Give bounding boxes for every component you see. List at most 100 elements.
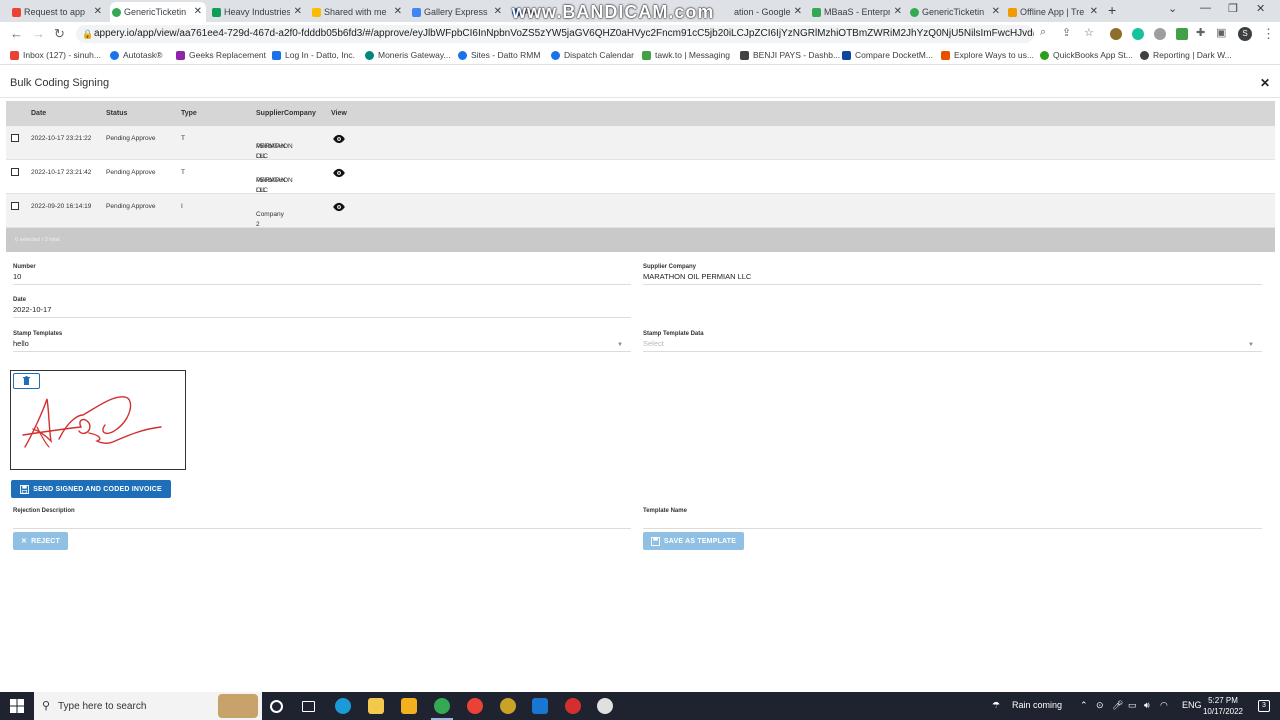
close-window-button[interactable]: ✕ (1256, 2, 1265, 15)
close-tab-icon[interactable]: ✕ (94, 6, 102, 17)
profile-avatar[interactable]: S (1238, 27, 1252, 41)
menu-icon[interactable]: ⋮ (1262, 26, 1275, 42)
rejection-description-input[interactable] (13, 516, 631, 527)
bookmark-item[interactable]: Autotask® (110, 50, 162, 60)
bookmark-item[interactable]: Dispatch Calendar (551, 50, 634, 60)
forward-arrow-icon[interactable]: → (32, 26, 45, 41)
taskbar-clock[interactable]: 5:27 PM 10/17/2022 (1200, 695, 1246, 717)
share-icon[interactable]: ⇪ (1062, 26, 1071, 39)
supplier-company-field[interactable]: Supplier Company MARATHON OIL PERMIAN LL… (643, 264, 1262, 285)
edge-icon[interactable] (335, 698, 351, 714)
extension-icon[interactable] (1176, 28, 1188, 40)
browser-tab[interactable]: Shared with me ✕ (310, 2, 406, 22)
bookmark-item[interactable]: tawk.to | Messaging (642, 50, 730, 60)
template-name-field[interactable]: Template Name (643, 508, 1262, 529)
minimize-button[interactable]: — (1200, 2, 1211, 14)
eye-icon[interactable] (332, 134, 346, 144)
search-icon[interactable]: ⌕ (1040, 26, 1046, 39)
store-icon[interactable] (368, 698, 384, 714)
close-tab-icon[interactable]: ✕ (1090, 6, 1098, 17)
weather-icon[interactable]: ☂ (992, 700, 1000, 711)
language-indicator[interactable]: ENG (1182, 700, 1202, 710)
rejection-description-field[interactable]: Rejection Description (13, 508, 631, 529)
new-tab-button[interactable]: + (1108, 2, 1116, 18)
table-row[interactable]: 2022-10-17 23:21:42 Pending Approve T MA… (6, 160, 1275, 194)
dropdown-caret-icon[interactable]: ▼ (617, 342, 623, 348)
browser-tab-active[interactable]: GenericTicketin ✕ (110, 2, 206, 22)
bookmark-item[interactable]: Log In - Datto, Inc. (272, 50, 355, 60)
column-header-status[interactable]: Status (106, 110, 127, 117)
url-field[interactable]: 🔒 appery.io/app/view/aa761ee4-729d-467d-… (76, 25, 1034, 43)
bookmark-item[interactable]: Inbox (127) - sinuh... (10, 50, 101, 60)
template-name-input[interactable] (643, 516, 1262, 527)
app-icon[interactable] (500, 698, 516, 714)
extension-icon[interactable] (1110, 28, 1122, 40)
bookmark-item[interactable]: Sites - Datto RMM (458, 50, 540, 60)
reload-icon[interactable]: ↻ (54, 26, 65, 42)
column-header-date[interactable]: Date (31, 110, 46, 117)
browser-tab[interactable]: MBaaS - Enterpr ✕ (810, 2, 906, 22)
close-icon[interactable]: ✕ (1260, 76, 1270, 90)
taskbar-search-input[interactable]: ⚲ Type here to search (34, 692, 262, 720)
sidebar-icon[interactable]: ▣ (1216, 26, 1226, 39)
table-row[interactable]: 2022-09-20 16:14:19 Pending Approve I Co… (6, 194, 1275, 228)
file-explorer-icon[interactable] (401, 698, 417, 714)
bookmark-star-icon[interactable]: ☆ (1084, 26, 1094, 39)
microphone-icon[interactable]: 🎤︎ (1112, 700, 1123, 711)
restore-button[interactable]: ❐ (1228, 2, 1238, 15)
wifi-icon[interactable]: ◠ (1160, 700, 1168, 711)
chrome-icon[interactable] (434, 698, 450, 714)
close-tab-icon[interactable]: ✕ (794, 6, 802, 17)
extension-icon[interactable] (1154, 28, 1166, 40)
browser-tab[interactable]: Gallery Express ✕ (410, 2, 506, 22)
browser-tab[interactable]: Heavy Industries ✕ (210, 2, 306, 22)
row-checkbox[interactable] (11, 202, 19, 210)
stamp-template-data-select[interactable]: Stamp Template Data Select ▼ (643, 331, 1262, 352)
close-tab-icon[interactable]: ✕ (194, 6, 202, 17)
notification-icon[interactable]: 3 (1258, 700, 1270, 712)
stamp-templates-select[interactable]: Stamp Templates hello ▼ (13, 331, 631, 352)
close-tab-icon[interactable]: ✕ (494, 6, 502, 17)
network-icon[interactable]: ▭ (1128, 700, 1137, 711)
eye-icon[interactable] (332, 202, 346, 212)
volume-icon[interactable]: 🔊︎ (1144, 700, 1150, 711)
stamp-template-data-placeholder[interactable]: Select (643, 339, 1262, 350)
bookmark-item[interactable]: Moneris Gateway... (365, 50, 451, 60)
tray-chevron-icon[interactable]: ⌃ (1080, 700, 1088, 711)
save-as-template-button[interactable]: SAVE AS TEMPLATE (643, 532, 744, 550)
close-tab-icon[interactable]: ✕ (394, 6, 402, 17)
bookmark-item[interactable]: Reporting | Dark W... (1140, 50, 1232, 60)
bookmark-item[interactable]: Geeks Replacement (176, 50, 266, 60)
table-row[interactable]: 2022-10-17 23:21:22 Pending Approve T MA… (6, 126, 1275, 160)
row-checkbox[interactable] (11, 134, 19, 142)
column-header-type[interactable]: Type (181, 110, 197, 117)
bandicam-icon[interactable] (565, 698, 581, 714)
tray-app-icon[interactable]: ⊙ (1096, 700, 1104, 711)
chrome-profile-icon[interactable] (467, 698, 483, 714)
date-value[interactable]: 2022-10-17 (13, 305, 631, 316)
eye-icon[interactable] (332, 168, 346, 178)
browser-tab[interactable]: Request to app ✕ (10, 2, 106, 22)
dropdown-caret-icon[interactable]: ▼ (1248, 342, 1254, 348)
reject-button[interactable]: ✕ REJECT (13, 532, 68, 550)
send-signed-invoice-button[interactable]: SEND SIGNED AND CODED INVOICE (11, 480, 171, 498)
close-tab-icon[interactable]: ✕ (992, 6, 1000, 17)
bookmark-item[interactable]: Explore Ways to us... (941, 50, 1034, 60)
back-arrow-icon[interactable]: ← (10, 26, 23, 41)
weather-status[interactable]: Rain coming (1012, 700, 1062, 710)
stamp-templates-value[interactable]: hello (13, 339, 631, 350)
bookmark-item[interactable]: BENJI PAYS - Dashb... (740, 50, 840, 60)
tab-search-chevron-icon[interactable]: ⌄ (1168, 2, 1177, 15)
bookmark-item[interactable]: QuickBooks App St... (1040, 50, 1133, 60)
puzzle-icon[interactable]: ✚ (1196, 26, 1205, 39)
browser-tab[interactable]: Offline App | Tre ✕ (1006, 2, 1102, 22)
close-tab-icon[interactable]: ✕ (294, 6, 302, 17)
signature-pad[interactable] (10, 370, 186, 470)
browser-tab[interactable]: ation - Google ✕ (710, 2, 806, 22)
bookmark-item[interactable]: Compare DocketM... (842, 50, 933, 60)
column-header-supplier[interactable]: SupplierCompany (256, 110, 316, 117)
number-field[interactable]: Number 10 (13, 264, 631, 285)
windows-start-icon[interactable] (10, 699, 24, 713)
supplier-company-value[interactable]: MARATHON OIL PERMIAN LLC (643, 272, 1262, 283)
app-icon[interactable] (597, 698, 613, 714)
